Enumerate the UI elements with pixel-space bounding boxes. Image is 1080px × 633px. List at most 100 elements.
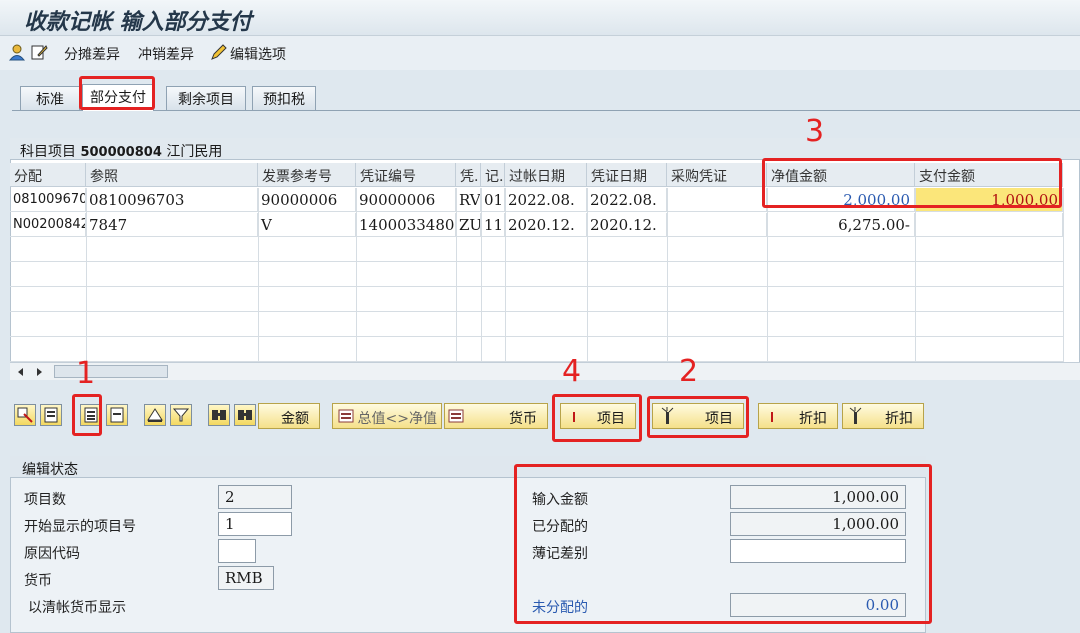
grid-line: [767, 188, 768, 362]
table-cell[interactable]: 0810096703: [10, 188, 86, 212]
find-next-icon[interactable]: [234, 404, 256, 426]
discount-button-activate[interactable]: 折扣: [842, 403, 924, 429]
discount-a-label: 折扣: [799, 411, 827, 427]
grid-line: [356, 188, 357, 362]
payment-amount-input[interactable]: [915, 213, 1063, 237]
table-cell[interactable]: V: [258, 213, 356, 237]
callout-box-2: [647, 396, 749, 438]
user-icon[interactable]: [8, 43, 26, 61]
empty-row: [10, 263, 1063, 287]
reason-code-input[interactable]: [218, 539, 256, 563]
column-header[interactable]: 凭.: [456, 163, 481, 187]
table-cell[interactable]: 90000006: [356, 188, 456, 212]
caption-name: 江门民用: [166, 144, 223, 160]
tab-standard[interactable]: 标准: [20, 86, 80, 110]
amount-button[interactable]: 金额: [258, 403, 320, 429]
column-header[interactable]: 采购凭证: [667, 163, 767, 187]
column-header[interactable]: 过帐日期: [505, 163, 587, 187]
column-header[interactable]: 记.: [481, 163, 505, 187]
gross-net-button[interactable]: 总值<>净值: [332, 403, 442, 429]
table-cell[interactable]: 11: [481, 213, 505, 237]
grid-line: [667, 188, 668, 362]
toolbar-distribute-difference[interactable]: 分摊差异: [64, 44, 120, 64]
start-item-label: 开始显示的项目号: [24, 519, 136, 535]
empty-row: [10, 338, 1063, 362]
grid-line: [587, 188, 588, 362]
tab-withholding-tax[interactable]: 预扣税: [252, 86, 316, 110]
table-cell[interactable]: 2020.12.: [587, 213, 667, 237]
gross-net-label: 总值<>净值: [357, 411, 437, 427]
empty-row: [10, 238, 1063, 262]
table-cell[interactable]: 7847: [86, 213, 258, 237]
table-cell[interactable]: ZU: [456, 213, 481, 237]
pencil-icon[interactable]: [210, 43, 228, 61]
clearing-currency-display[interactable]: 以清帐货币显示: [28, 597, 126, 617]
grid-line: [258, 188, 259, 362]
horizontal-scrollbar[interactable]: [10, 362, 1080, 380]
scroll-left-icon[interactable]: [16, 367, 26, 377]
column-header[interactable]: 凭证编号: [356, 163, 456, 187]
column-header[interactable]: 发票参考号: [258, 163, 356, 187]
table-cell[interactable]: [667, 213, 767, 237]
grid-line: [1063, 188, 1064, 362]
column-header[interactable]: 凭证日期: [587, 163, 667, 187]
column-header[interactable]: 参照: [86, 163, 258, 187]
tab-baseline: [12, 110, 1080, 111]
table-cell[interactable]: 0810096703: [86, 188, 258, 212]
deactivate-items-icon[interactable]: [106, 404, 128, 426]
column-header[interactable]: 分配: [10, 163, 86, 187]
discount-button-deactivate[interactable]: 折扣: [758, 403, 838, 429]
grid-line: [505, 188, 506, 362]
table-cell[interactable]: 2022.08.: [587, 188, 667, 212]
table-cell[interactable]: 1400033480: [356, 213, 456, 237]
select-icon[interactable]: [14, 404, 36, 426]
wand-icon: [849, 407, 862, 424]
callout-number-3: 3: [805, 114, 825, 149]
grid-line: [456, 188, 457, 362]
table-caption: 科目项目 500000804 江门民用: [10, 138, 1080, 160]
currency-label: 货币: [24, 573, 52, 589]
toolbar-writeoff-difference[interactable]: 冲销差异: [138, 44, 194, 64]
table-cell[interactable]: 2022.08.: [505, 188, 587, 212]
callout-number-4: 4: [562, 354, 582, 389]
reason-code-label: 原因代码: [24, 546, 80, 562]
table-cell[interactable]: 01: [481, 188, 505, 212]
toolbar-edit-options[interactable]: 编辑选项: [230, 44, 286, 64]
callout-box-tab: [79, 76, 155, 110]
callout-number-2: 2: [679, 354, 699, 389]
table-cell[interactable]: RV: [456, 188, 481, 212]
marker-icon: [771, 412, 773, 422]
caption-label: 科目项目: [20, 144, 76, 160]
amount-label: 金额: [281, 411, 309, 427]
window-title: 收款记帐 输入部分支付: [24, 9, 252, 35]
gross-net-icon: [338, 409, 354, 423]
select-all-icon[interactable]: [40, 404, 62, 426]
scroll-thumb[interactable]: [54, 365, 168, 378]
grid-line: [86, 188, 87, 362]
empty-row: [10, 288, 1063, 312]
sort-icon[interactable]: [144, 404, 166, 426]
grid-line: [481, 188, 482, 362]
table-cell[interactable]: N002008429: [10, 213, 86, 237]
currency-button[interactable]: 货币: [444, 403, 548, 429]
scroll-right-icon[interactable]: [34, 367, 44, 377]
filter-icon[interactable]: [170, 404, 192, 426]
callout-box-1: [72, 394, 102, 436]
tab-residual-items[interactable]: 剩余项目: [166, 86, 246, 110]
empty-row: [10, 313, 1063, 337]
currency-label: 货币: [509, 411, 537, 427]
item-count-field: 2: [218, 485, 292, 509]
callout-box-4: [552, 394, 642, 442]
find-icon[interactable]: [208, 404, 230, 426]
callout-box-amounts: [762, 158, 1062, 208]
edit-note-icon[interactable]: [30, 43, 48, 61]
net-amount-cell[interactable]: 6,275.00-: [767, 213, 915, 237]
discount-b-label: 折扣: [885, 411, 913, 427]
item-count-label: 项目数: [24, 492, 66, 508]
callout-number-1: 1: [76, 356, 96, 391]
table-cell[interactable]: 2020.12.: [505, 213, 587, 237]
start-item-input[interactable]: 1: [218, 512, 292, 536]
table-cell[interactable]: [667, 188, 767, 212]
currency-field: RMB: [218, 566, 274, 590]
table-cell[interactable]: 90000006: [258, 188, 356, 212]
